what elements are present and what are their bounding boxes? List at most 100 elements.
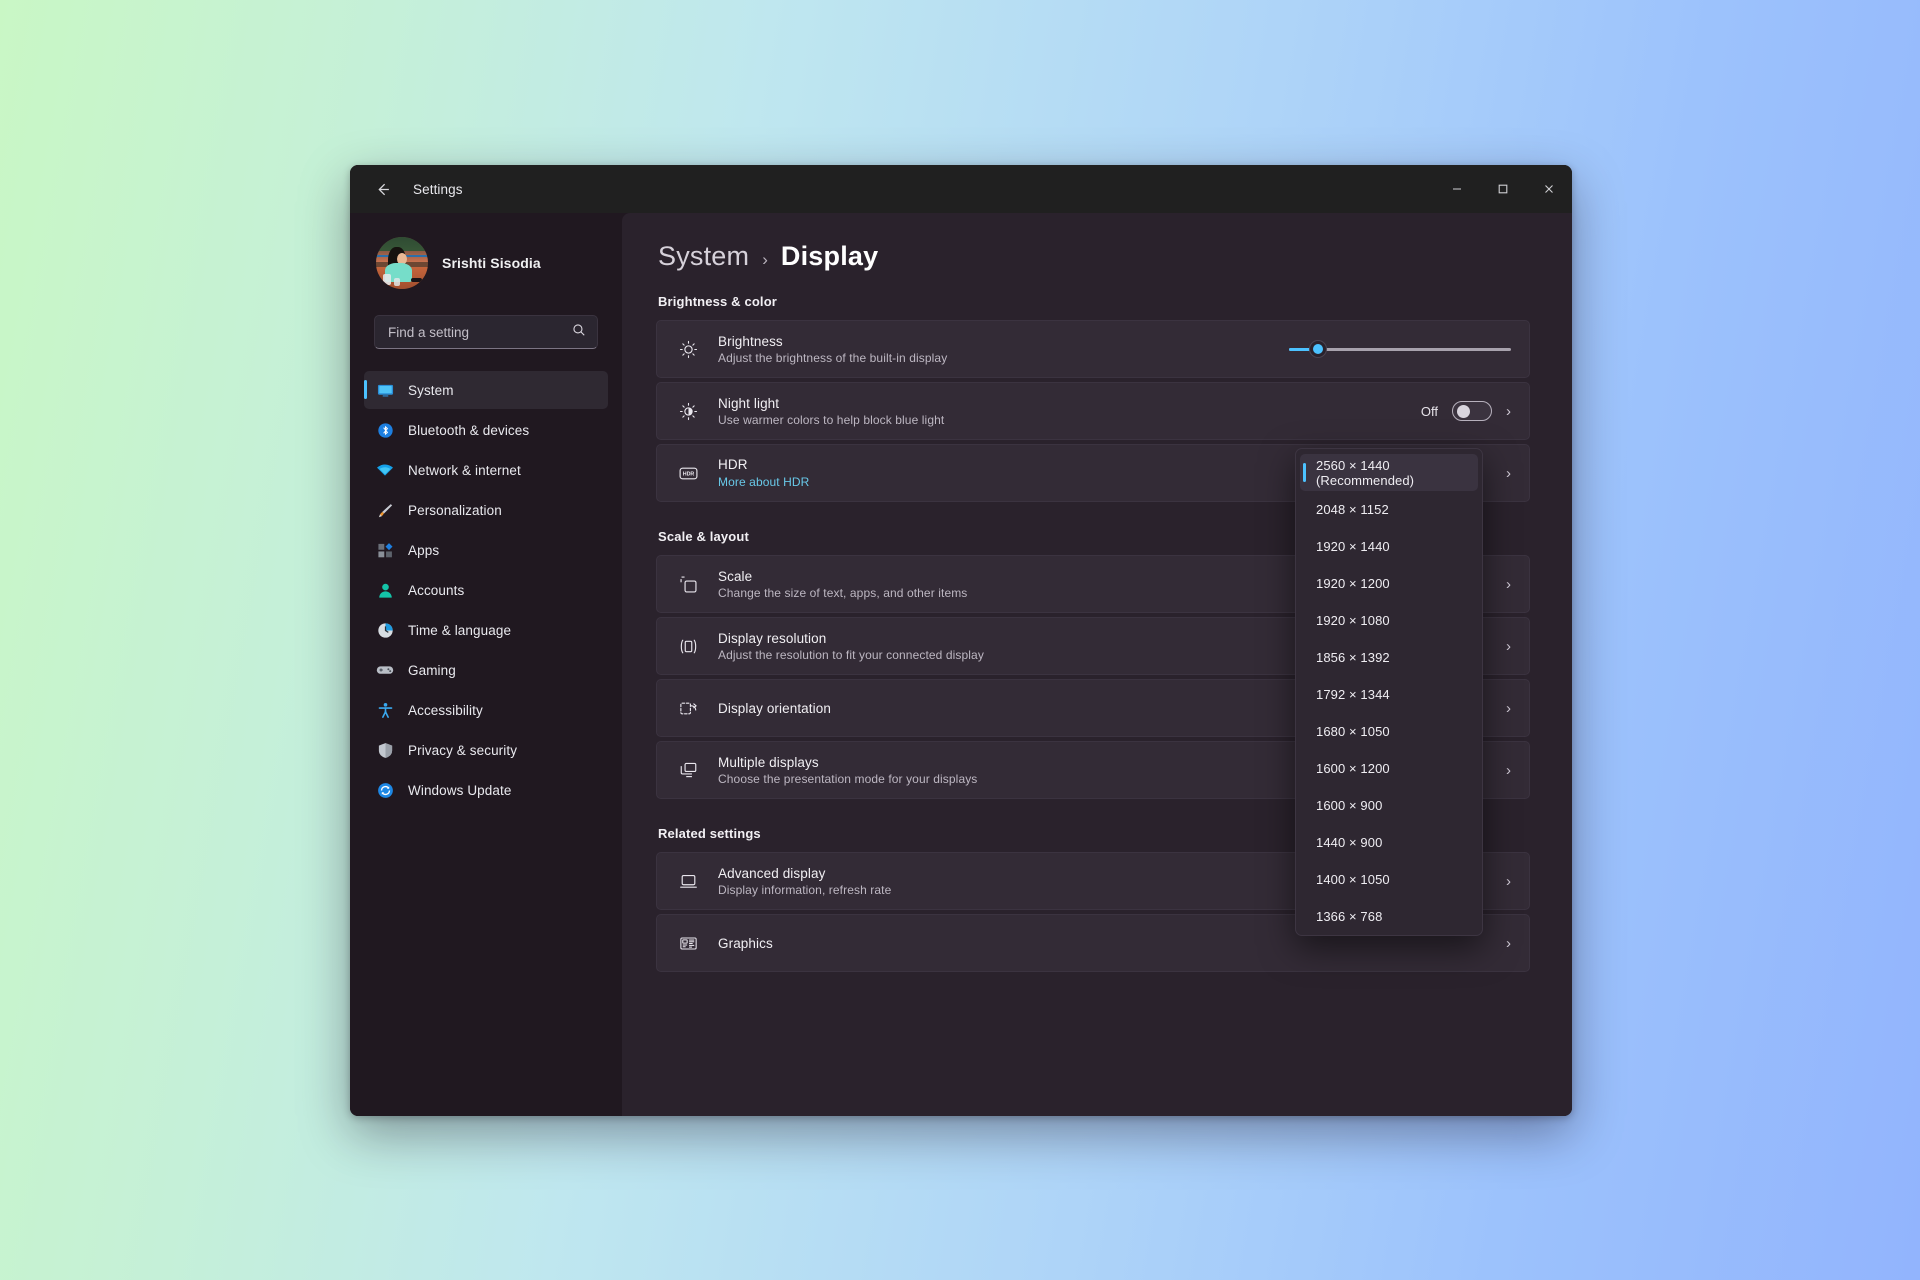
sidebar-item-accounts[interactable]: Accounts <box>364 571 608 609</box>
resolution-option[interactable]: 1680 × 1050 <box>1300 713 1478 750</box>
display-resolution-control: › <box>1506 639 1511 654</box>
search-box[interactable] <box>374 315 598 349</box>
advanced-display-icon <box>677 870 699 892</box>
gamepad-icon <box>376 661 394 679</box>
paintbrush-icon <box>376 501 394 519</box>
night-light-subtitle: Use warmer colors to help block blue lig… <box>718 412 945 427</box>
avatar <box>376 237 428 289</box>
resolution-option[interactable]: 1600 × 1200 <box>1300 750 1478 787</box>
maximize-button[interactable] <box>1480 165 1526 213</box>
resolution-option[interactable]: 1440 × 900 <box>1300 824 1478 861</box>
sidebar-item-label: Accessibility <box>408 702 483 718</box>
sidebar-item-label: Windows Update <box>408 782 512 798</box>
resolution-option-label: 1600 × 1200 <box>1316 761 1390 776</box>
resolution-option[interactable]: 1920 × 1440 <box>1300 528 1478 565</box>
resolution-option-label: 1400 × 1050 <box>1316 872 1390 887</box>
minimize-button[interactable] <box>1434 165 1480 213</box>
brightness-control <box>1289 340 1511 358</box>
back-button[interactable] <box>362 173 402 205</box>
chevron-right-icon[interactable]: › <box>1506 936 1511 951</box>
sidebar-item-label: Time & language <box>408 622 512 638</box>
resolution-option[interactable]: 1920 × 1080 <box>1300 602 1478 639</box>
night-light-row[interactable]: Night light Use warmer colors to help bl… <box>656 382 1530 440</box>
account-block[interactable]: Srishti Sisodia <box>364 213 608 295</box>
scale-icon <box>677 573 699 595</box>
chevron-right-icon[interactable]: › <box>1506 701 1511 716</box>
apps-icon <box>376 541 394 559</box>
window-title-bar: Settings <box>350 165 1572 213</box>
sidebar-item-label: Accounts <box>408 582 465 598</box>
chevron-right-icon[interactable]: › <box>1506 404 1511 419</box>
sidebar-item-personalization[interactable]: Personalization <box>364 491 608 529</box>
update-icon <box>376 781 394 799</box>
resolution-option-label: 1366 × 768 <box>1316 909 1383 924</box>
chevron-right-icon[interactable]: › <box>1506 639 1511 654</box>
clock-icon <box>376 621 394 639</box>
resolution-option[interactable]: 1856 × 1392 <box>1300 639 1478 676</box>
bluetooth-icon <box>376 421 394 439</box>
sidebar-item-windows-update[interactable]: Windows Update <box>364 771 608 809</box>
graphics-control: › <box>1506 936 1511 951</box>
brightness-title: Brightness <box>718 333 783 349</box>
sidebar-item-network-internet[interactable]: Network & internet <box>364 451 608 489</box>
monitor-icon <box>376 381 394 399</box>
search-input[interactable] <box>388 324 572 340</box>
scale-control: › <box>1506 577 1511 592</box>
multiple-displays-control: › <box>1506 763 1511 778</box>
resolution-option[interactable]: 2048 × 1152 <box>1300 491 1478 528</box>
brightness-subtitle: Adjust the brightness of the built-in di… <box>718 350 948 365</box>
display-orientation-control: › <box>1506 701 1511 716</box>
sidebar-item-accessibility[interactable]: Accessibility <box>364 691 608 729</box>
graphics-text: Graphics <box>718 936 1487 951</box>
search-icon <box>572 323 586 342</box>
sidebar-item-system[interactable]: System <box>364 371 608 409</box>
resolution-dropdown[interactable]: 2560 × 1440 (Recommended) 2048 × 1152 19… <box>1295 448 1483 936</box>
close-button[interactable] <box>1526 165 1572 213</box>
night-light-toggle-state: Off <box>1420 403 1438 419</box>
advanced-display-control: › <box>1506 874 1511 889</box>
sidebar-item-label: Gaming <box>408 662 456 678</box>
sidebar-item-apps[interactable]: Apps <box>364 531 608 569</box>
accessibility-icon <box>376 701 394 719</box>
night-light-control: Off › <box>1421 401 1511 421</box>
night-light-icon <box>677 400 699 422</box>
night-light-toggle[interactable] <box>1452 401 1492 421</box>
chevron-right-icon[interactable]: › <box>1506 466 1511 481</box>
sidebar-item-gaming[interactable]: Gaming <box>364 651 608 689</box>
resolution-option-label: 2048 × 1152 <box>1316 502 1389 517</box>
night-light-title: Night light <box>718 395 780 411</box>
person-icon <box>376 581 394 599</box>
window-title: Settings <box>413 181 463 197</box>
sidebar-item-label: System <box>408 382 454 398</box>
sidebar-item-time-language[interactable]: Time & language <box>364 611 608 649</box>
sidebar-item-label: Bluetooth & devices <box>408 422 530 438</box>
hdr-control: › <box>1506 466 1511 481</box>
svg-text:HDR: HDR <box>682 471 694 477</box>
slider-thumb[interactable] <box>1308 340 1327 358</box>
resolution-option-label: 1600 × 900 <box>1316 798 1383 813</box>
brightness-row[interactable]: Brightness Adjust the brightness of the … <box>656 320 1530 378</box>
sidebar-item-privacy-security[interactable]: Privacy & security <box>364 731 608 769</box>
account-name: Srishti Sisodia <box>442 255 541 271</box>
breadcrumb-parent[interactable]: System <box>658 241 749 272</box>
brightness-slider[interactable] <box>1289 340 1511 358</box>
orientation-icon <box>677 697 699 719</box>
breadcrumb-separator: › <box>762 250 768 269</box>
resolution-option[interactable]: 1366 × 768 <box>1300 898 1478 935</box>
chevron-right-icon[interactable]: › <box>1506 577 1511 592</box>
graphics-icon <box>677 932 699 954</box>
brightness-text: Brightness Adjust the brightness of the … <box>718 334 1270 365</box>
sidebar-item-label: Personalization <box>408 502 502 518</box>
resolution-option[interactable]: 1600 × 900 <box>1300 787 1478 824</box>
breadcrumb: System › Display <box>658 241 1530 272</box>
resolution-option[interactable]: 1920 × 1200 <box>1300 565 1478 602</box>
hdr-icon: HDR <box>677 462 699 484</box>
chevron-right-icon[interactable]: › <box>1506 874 1511 889</box>
resolution-option-label: 1680 × 1050 <box>1316 724 1390 739</box>
sun-icon <box>677 338 699 360</box>
chevron-right-icon[interactable]: › <box>1506 763 1511 778</box>
resolution-option[interactable]: 2560 × 1440 (Recommended) <box>1300 454 1478 491</box>
resolution-option[interactable]: 1792 × 1344 <box>1300 676 1478 713</box>
sidebar-item-bluetooth-devices[interactable]: Bluetooth & devices <box>364 411 608 449</box>
resolution-option[interactable]: 1400 × 1050 <box>1300 861 1478 898</box>
